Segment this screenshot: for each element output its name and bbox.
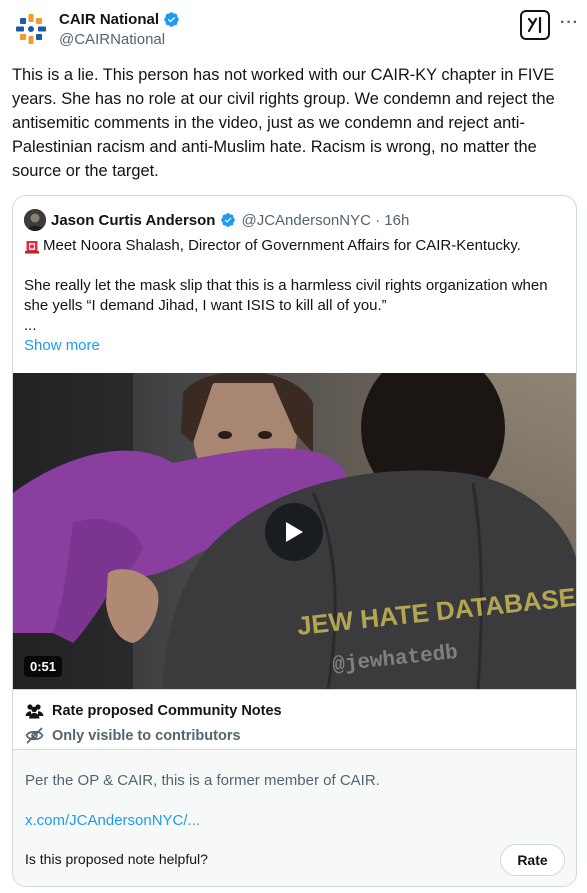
quoted-avatar: [24, 209, 46, 231]
proposed-note: Per the OP & CAIR, this is a former memb…: [13, 750, 576, 886]
people-icon: [25, 704, 44, 719]
quoted-line1-text: Meet Noora Shalash, Director of Governme…: [43, 237, 521, 254]
note-source-link[interactable]: x.com/JCAndersonNYC/...: [25, 812, 200, 829]
rate-notes-row[interactable]: Rate proposed Community Notes: [25, 703, 282, 719]
quoted-header: Jason Curtis Anderson @JCAndersonNYC · 1…: [24, 209, 409, 231]
tweet-text: This is a lie. This person has not worke…: [12, 66, 555, 180]
helpful-question: Is this proposed note helpful?: [25, 851, 208, 867]
tweet-header: CAIR National @CAIRNational ···: [12, 8, 580, 50]
more-icon[interactable]: ···: [560, 14, 579, 32]
quoted-paragraph: She really let the mask slip that this i…: [24, 277, 548, 314]
quoted-author-name: Jason Curtis Anderson: [51, 211, 216, 229]
verified-badge-icon: [164, 12, 179, 27]
rate-notes-label: Rate proposed Community Notes: [52, 703, 282, 719]
siren-emoji-icon: [25, 241, 39, 254]
note-text: Per the OP & CAIR, this is a former memb…: [25, 772, 380, 789]
quoted-line1: Meet Noora Shalash, Director of Governme…: [24, 236, 521, 256]
quoted-handle-time: @JCAndersonNYC · 16h: [241, 211, 410, 229]
video-player[interactable]: JEW HATE DATABASE @jewhatedb 0:51: [13, 373, 576, 689]
community-notes-panel: Rate proposed Community Notes Only visib…: [12, 689, 577, 887]
author-name[interactable]: CAIR National: [59, 11, 159, 28]
eye-off-icon: [25, 727, 44, 744]
play-icon[interactable]: [265, 503, 323, 561]
author-avatar[interactable]: [12, 10, 50, 48]
rate-button[interactable]: Rate: [500, 844, 565, 876]
visibility-label: Only visible to contributors: [52, 727, 241, 744]
show-more-link[interactable]: Show more: [24, 336, 100, 356]
author-handle[interactable]: @CAIRNational: [59, 31, 165, 48]
quoted-tweet[interactable]: Jason Curtis Anderson @JCAndersonNYC · 1…: [12, 195, 577, 689]
community-notes-header: Rate proposed Community Notes Only visib…: [13, 690, 576, 750]
quoted-ellipsis: ...: [24, 317, 37, 334]
video-duration: 0:51: [24, 656, 63, 677]
verified-badge-icon: [221, 213, 236, 227]
visibility-row: Only visible to contributors: [25, 727, 241, 744]
grok-icon[interactable]: [520, 10, 550, 40]
author-name-row: CAIR National: [59, 11, 180, 28]
